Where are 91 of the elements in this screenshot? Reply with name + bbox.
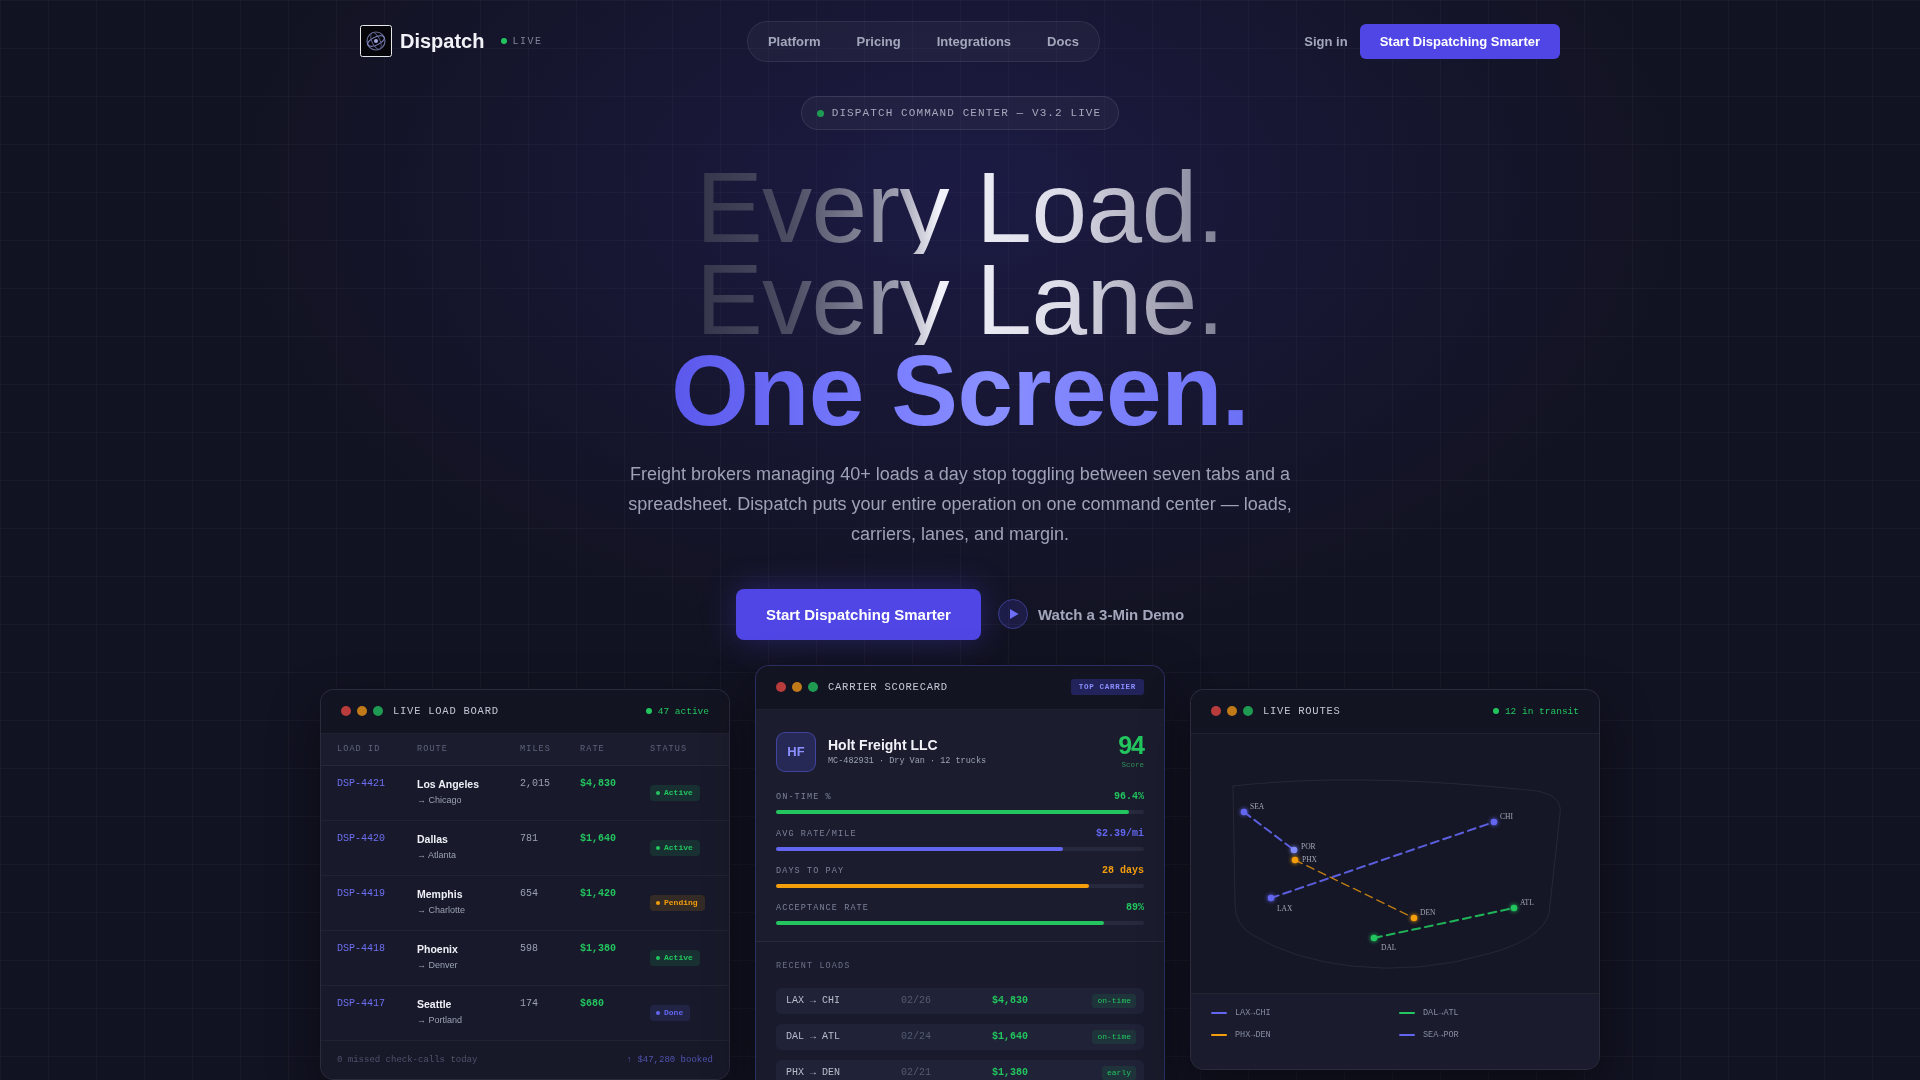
lane-route: PHX → DEN: [786, 1065, 841, 1080]
load-id: DSP-4419: [337, 886, 386, 901]
route-origin: Memphis: [417, 886, 464, 901]
nav-link[interactable]: Docs: [1029, 25, 1097, 57]
active-count: 47 active: [657, 705, 709, 717]
column-header: ROUTE: [417, 744, 449, 754]
miles-value: 2,015: [520, 776, 551, 791]
nav-link[interactable]: Pricing: [838, 25, 919, 57]
load-date: 02/21: [901, 1065, 932, 1080]
route-origin: Phoenix: [417, 941, 459, 956]
route-destination: → Portland: [417, 1013, 464, 1027]
lane-route: DAL → ATL: [786, 1029, 841, 1044]
score-value: 94: [1118, 731, 1144, 758]
status-label: Done: [664, 1008, 684, 1017]
status-dot-icon: [645, 708, 652, 714]
load-date: 02/24: [901, 1029, 932, 1044]
metric-value: 28 days: [1102, 865, 1144, 876]
metric-value: 96.4%: [1114, 791, 1144, 802]
transit-count: 12 in transit: [1504, 705, 1579, 717]
load-id: DSP-4420: [337, 831, 386, 846]
miles-value: 174: [520, 996, 539, 1011]
status-label: Pending: [664, 898, 698, 907]
load-amount: $4,830: [992, 993, 1029, 1008]
lane-route: LAX → CHI: [786, 993, 841, 1008]
live-indicator: LIVE: [512, 35, 543, 47]
route-origin: Los Angeles: [417, 776, 481, 791]
card-title: LIVE LOAD BOARD: [393, 705, 499, 717]
route-origin: Dallas: [417, 831, 449, 846]
miles-value: 781: [520, 831, 539, 846]
load-amount: $1,380: [992, 1065, 1029, 1080]
status-label: Active: [664, 843, 693, 852]
status-dot-icon: [1492, 708, 1499, 714]
rate-value: $680: [580, 996, 605, 1011]
window-controls-icon: [776, 682, 818, 692]
card-title: CARRIER SCORECARD: [828, 681, 948, 693]
nav-link[interactable]: Integrations: [918, 25, 1030, 57]
demo-button[interactable]: Watch a 3-Min Demo: [997, 599, 1185, 629]
hero-subtitle: Freight brokers managing 40+ loads a day stop toggling between seven tabs and a spreadsheet. Dispatch puts your entire operation on one command center — loads, carriers, lanes, and margin.: [627, 462, 1293, 546]
column-header: MILES: [520, 744, 552, 754]
load-id: DSP-4418: [337, 941, 386, 956]
route-destination: → Chicago: [417, 793, 463, 807]
metric-label: AVG RATE/MILE: [776, 828, 857, 839]
miles-value: 654: [520, 886, 539, 901]
delivery-tag: on-time: [1092, 1029, 1136, 1044]
nav-cta-button[interactable]: Start Dispatching Smarter: [1359, 23, 1560, 59]
delivery-tag: on-time: [1092, 993, 1136, 1008]
primary-cta-button[interactable]: Start Dispatching Smarter: [735, 588, 981, 640]
metric-label: DAYS TO PAY: [776, 865, 845, 876]
route-destination: → Charlotte: [417, 903, 467, 917]
window-controls-icon: [341, 706, 383, 716]
legend-label: DAL→ATL: [1423, 1007, 1459, 1018]
rate-value: $1,380: [580, 941, 617, 956]
globe-icon: [360, 25, 392, 57]
carrier-name: Holt Freight LLC: [828, 736, 939, 753]
play-icon: [997, 599, 1028, 629]
brand-name: Dispatch: [400, 29, 485, 53]
carrier-meta: MC-482931 · Dry Van · 12 trucks: [828, 755, 987, 766]
load-id: DSP-4421: [337, 776, 386, 791]
rate-value: $1,640: [580, 831, 617, 846]
route-destination: → Atlanta: [417, 848, 458, 862]
announcement-text: DISPATCH COMMAND CENTER — V3.2 LIVE: [831, 107, 1102, 119]
sign-in-link[interactable]: Sign in: [1304, 33, 1348, 49]
delivery-tag: early: [1102, 1065, 1136, 1080]
column-header: LOAD ID: [337, 744, 382, 754]
metric-value: 89%: [1126, 902, 1144, 913]
column-header: STATUS: [650, 744, 689, 754]
miles-value: 598: [520, 941, 539, 956]
load-amount: $1,640: [992, 1029, 1029, 1044]
booked-total: ↑ $47,280 booked: [626, 1054, 713, 1065]
status-label: Active: [664, 788, 693, 797]
carrier-avatar: HF: [776, 731, 816, 772]
rate-value: $1,420: [580, 886, 617, 901]
route-origin: Seattle: [417, 996, 453, 1011]
load-date: 02/26: [901, 993, 932, 1008]
metric-label: ON-TIME %: [776, 791, 832, 802]
route-destination: → Denver: [417, 958, 459, 972]
card-title: LIVE ROUTES: [1263, 705, 1341, 717]
rate-value: $4,830: [580, 776, 617, 791]
window-controls-icon: [1211, 706, 1253, 716]
status-dot-icon: [816, 109, 824, 117]
legend-label: PHX→DEN: [1235, 1029, 1271, 1040]
metric-value: $2.39/mi: [1096, 828, 1144, 839]
status-dot-icon: [501, 38, 508, 44]
legend-label: SEA→POR: [1423, 1029, 1459, 1040]
metric-label: ACCEPTANCE RATE: [776, 902, 869, 913]
load-id: DSP-4417: [337, 996, 386, 1011]
legend-label: LAX→CHI: [1235, 1007, 1271, 1018]
status-label: Active: [664, 953, 693, 962]
column-header: RATE: [580, 744, 606, 754]
section-title: RECENT LOADS: [776, 959, 851, 972]
nav-link[interactable]: Platform: [749, 25, 839, 57]
